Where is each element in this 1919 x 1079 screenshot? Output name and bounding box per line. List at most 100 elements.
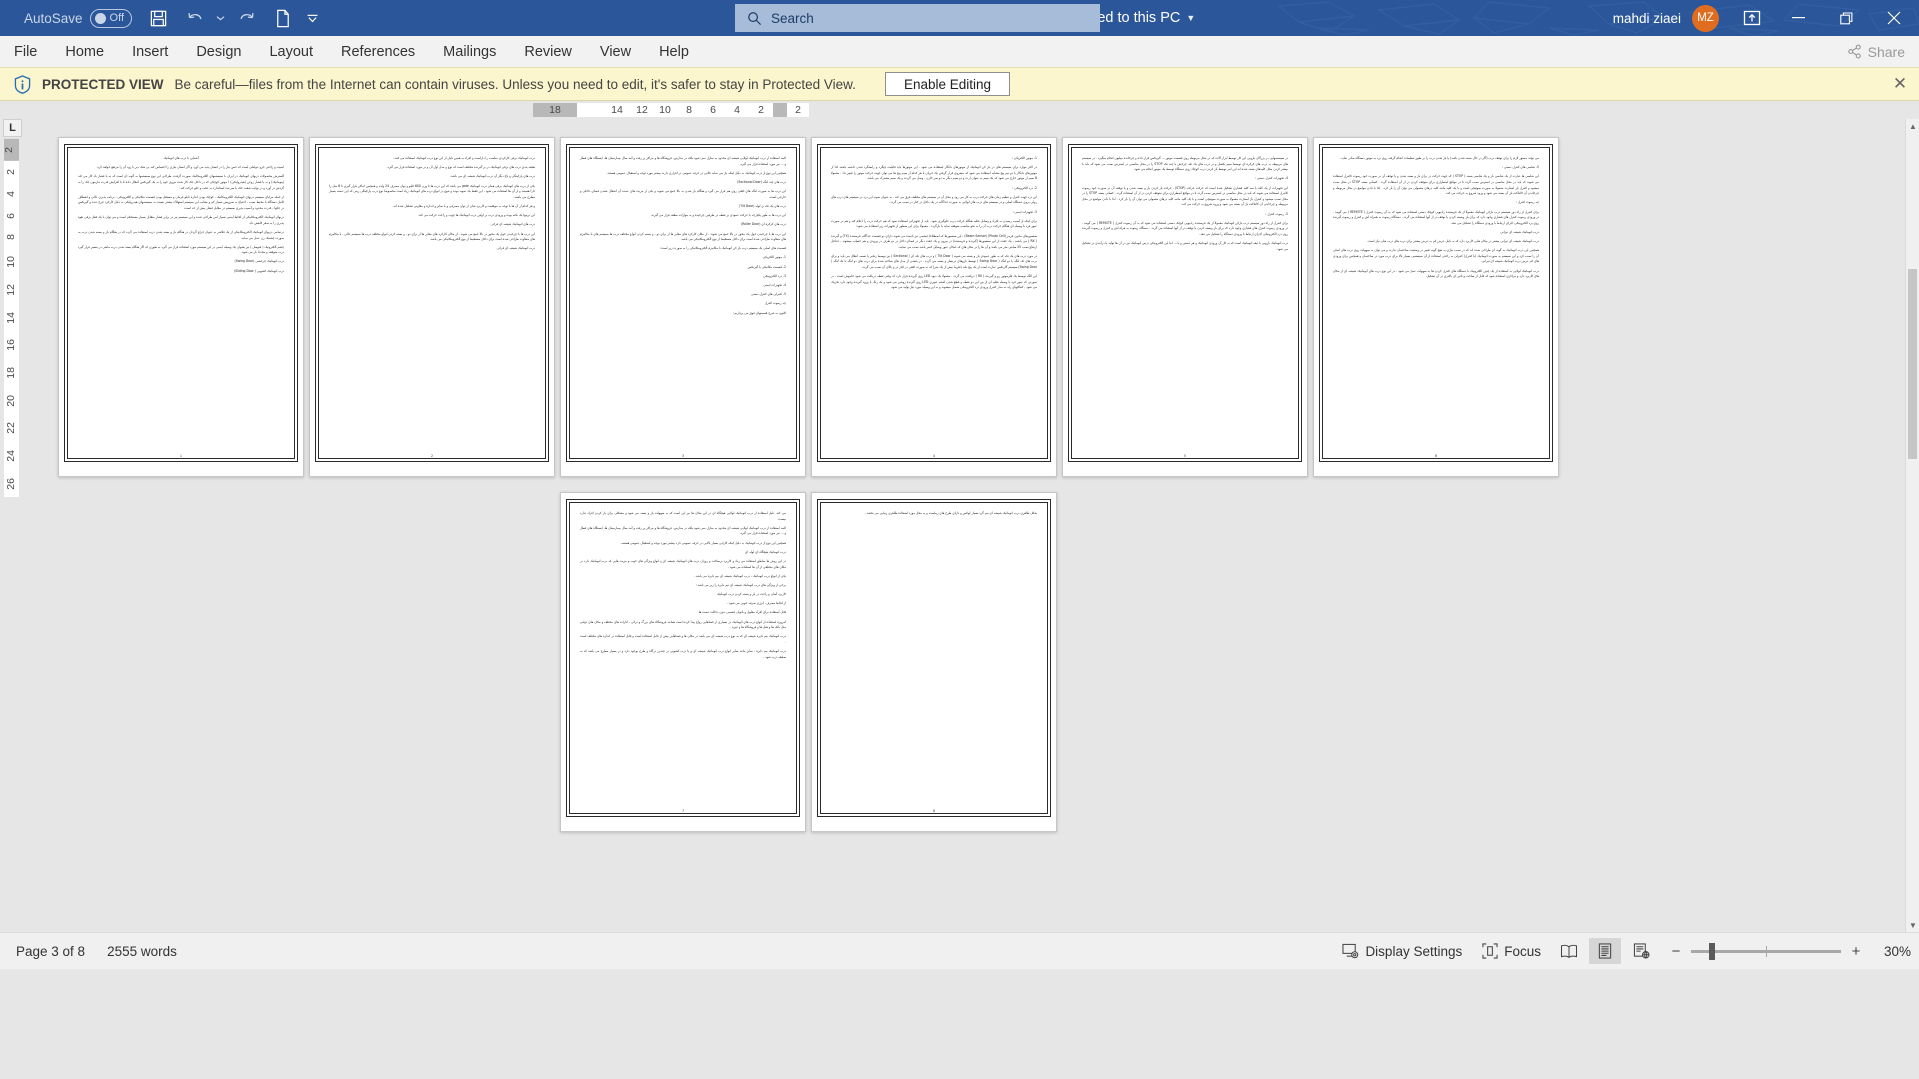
zoom-level[interactable]: 30% — [1871, 944, 1911, 959]
scrollbar-thumb[interactable] — [1908, 269, 1917, 459]
focus-button[interactable]: Focus — [1474, 939, 1549, 963]
page-3[interactable]: البته استفاده از درب اتوماتیک لولایی شیش… — [560, 137, 806, 477]
paragraph: همچنین این نوع از درب اتوماتیک به دلیل ا… — [606, 170, 786, 175]
paragraph: این درب ها به صورت لنگه های افقی روی هم … — [580, 189, 786, 199]
page-2[interactable]: درب اتوماتیک برقی کارکردی مناسب را داراس… — [309, 137, 555, 477]
ruler-number: 22 — [5, 422, 18, 435]
paragraph: البته استفاده از درب اتوماتیک لولایی شیش… — [580, 525, 786, 536]
document-canvas[interactable]: L 2 2 4 6 8 10 12 14 16 18 20 22 24 26 آ… — [0, 119, 1919, 932]
horizontal-ruler-track: 18 14 12 10 8 6 4 2 2 — [533, 103, 809, 117]
paragraph: این درب ها با چرخیدن حول یک محور در بالا… — [580, 231, 786, 242]
qat-customize-icon[interactable] — [302, 3, 324, 33]
vertical-ruler-track: 2 2 4 6 8 10 12 14 16 18 20 22 24 26 — [3, 139, 19, 498]
share-button[interactable]: Share — [1833, 36, 1919, 67]
paragraph: گسترش محصولات دربهای اتوماتیک در ایران ب… — [78, 174, 284, 190]
avatar[interactable]: MZ — [1692, 4, 1719, 32]
paragraph: دربهای اتوماتیک الکترومکانیکی از لحاظ ای… — [78, 215, 284, 225]
paragraph: 1- موتور الکتریکی : — [1011, 156, 1037, 160]
save-icon[interactable] — [142, 3, 176, 33]
tab-help[interactable]: Help — [645, 36, 703, 67]
tab-mailings[interactable]: Mailings — [429, 36, 510, 67]
paragraph: این درب ها به طور یکپارچه با حرکت عمودی … — [650, 213, 786, 218]
ruler-number: 4 — [734, 104, 740, 116]
paragraph: چه ریموت کنترل — [764, 301, 786, 306]
ruler-number: 8 — [5, 234, 18, 241]
paragraph: در این روش ها مناطق استفاده می زیاد و کا… — [580, 558, 786, 569]
page-thumbnail-grid: آشنایی با درب های اتوماتیک امنیت و راحتی… — [22, 119, 1905, 932]
ruler-number: 2 — [5, 168, 18, 175]
minimize-button[interactable] — [1775, 0, 1821, 36]
zoom-in-button[interactable]: + — [1849, 943, 1863, 960]
page-6[interactable]: می تواند دستور لازم را برای توقف درب (اگ… — [1313, 137, 1559, 477]
page-6-body: می تواند دستور لازم را برای توقف درب (اگ… — [1328, 152, 1544, 280]
paragraph: درب اتوماتیک لولایی به استفاده از یک چنی… — [1333, 268, 1539, 279]
tab-review[interactable]: Review — [510, 36, 586, 67]
vertical-ruler[interactable]: L 2 2 4 6 8 10 12 14 16 18 20 22 24 26 — [0, 119, 22, 932]
page-indicator[interactable]: Page 3 of 8 — [16, 944, 85, 959]
scroll-down-arrow[interactable]: ▼ — [1906, 918, 1919, 932]
protected-view-title: PROTECTED VIEW — [42, 76, 164, 92]
redo-icon[interactable] — [230, 3, 264, 33]
paragraph: 2- درد الکترونیکی : — [1012, 185, 1037, 190]
zoom-out-button[interactable]: − — [1669, 943, 1683, 960]
page-number: 2 — [430, 454, 434, 458]
print-layout-button[interactable] — [1589, 938, 1621, 964]
account-name[interactable]: mahdi ziaei — [1613, 11, 1681, 26]
tab-insert[interactable]: Insert — [118, 36, 182, 67]
read-mode-button[interactable] — [1553, 938, 1585, 964]
new-document-icon[interactable] — [266, 3, 300, 33]
page-1[interactable]: آشنایی با درب های اتوماتیک امنیت و راحتی… — [58, 137, 304, 477]
close-button[interactable] — [1871, 0, 1917, 36]
paragraph: درب های یک تکه ی لوله (Tilt Door) — [739, 203, 786, 208]
autosave-switch[interactable]: Off — [89, 8, 132, 28]
tab-references[interactable]: References — [327, 36, 429, 67]
page-4-body: 1- موتور الکتریکی : در اکثر موارد برای س… — [826, 152, 1042, 291]
paragraph: درتمامی دربهای اتوماتیک الکترومکانیکی از… — [78, 229, 284, 240]
paragraph: درب های کرکره ای (Roller Door) — [741, 222, 786, 227]
tab-design[interactable]: Design — [182, 36, 255, 67]
tab-stop-selector[interactable]: L — [3, 119, 22, 137]
undo-icon[interactable] — [178, 3, 212, 33]
tab-home[interactable]: Home — [51, 36, 118, 67]
page-8[interactable]: شکل ظاهری درب اتوماتیک شیشه ای نیم گرد ب… — [811, 492, 1057, 832]
page-1-content: آشنایی با درب های اتوماتیک امنیت و راحتی… — [64, 144, 298, 462]
display-settings-button[interactable]: Display Settings — [1334, 939, 1470, 963]
page-5[interactable]: در سیستمهایی در بزرگان بازویی این کار تو… — [1062, 137, 1308, 477]
zoom-slider[interactable] — [1691, 942, 1841, 960]
vertical-scrollbar[interactable]: ▲ ▼ — [1905, 119, 1919, 932]
page-4-content: 1- موتور الکتریکی : در اکثر موارد برای س… — [817, 144, 1051, 462]
tab-view[interactable]: View — [586, 36, 645, 67]
undo-dropdown-icon[interactable] — [214, 3, 228, 33]
search-box[interactable]: Search — [735, 4, 1100, 32]
print-layout-icon — [1598, 943, 1612, 959]
page-3-content: البته استفاده از درب اتوماتیک لولایی شیش… — [566, 144, 800, 462]
paragraph: 2- قسمت مکانیکی یا گیربکس — [747, 264, 786, 269]
paragraph: طبقه بندی درب های برقی اتوماتیک در بر گی… — [386, 165, 535, 170]
restore-button[interactable] — [1823, 0, 1869, 36]
ruler-number: 10 — [659, 104, 671, 116]
page-7[interactable]: می کند. دلیل استفاده از درب اتوماتیک لول… — [560, 492, 806, 832]
ruler-number: 10 — [5, 256, 18, 268]
paragraph: درب اتوماتیک برقی کارکردی مناسب را داراس… — [393, 156, 535, 160]
word-count[interactable]: 2555 words — [107, 944, 177, 959]
title-dropdown-icon[interactable]: ▼ — [1186, 13, 1195, 23]
page-4[interactable]: 1- موتور الکتریکی : در اکثر موارد برای س… — [811, 137, 1057, 477]
close-icon[interactable]: ✕ — [1891, 74, 1909, 93]
ruler-tick: 2 — [749, 103, 773, 117]
zoom-slider-thumb[interactable] — [1709, 942, 1715, 960]
horizontal-ruler[interactable]: 18 14 12 10 8 6 4 2 2 — [0, 101, 1919, 119]
paragraph: این الگه توسط یک فلزموتور رو و گیرنده ( … — [831, 274, 1037, 290]
ruler-number: 4 — [5, 190, 18, 197]
ribbon-display-options-icon[interactable] — [1731, 0, 1773, 36]
paragraph: درب اتوماتیک شیشه ای تیرانی بیشتر در مکا… — [1367, 239, 1539, 244]
page-number: 6 — [1434, 454, 1438, 458]
paragraph: درب اتوماتیک کشویی ( Sliding Door) — [234, 268, 284, 273]
tab-file[interactable]: File — [0, 36, 51, 67]
scroll-up-arrow[interactable]: ▲ — [1906, 119, 1919, 133]
web-layout-button[interactable] — [1625, 938, 1657, 964]
tab-layout[interactable]: Layout — [255, 36, 327, 67]
autosave-toggle[interactable]: AutoSave Off — [10, 8, 140, 28]
paragraph: یکی از درب های اتوماتیک برقی همان درب ات… — [329, 183, 536, 199]
enable-editing-button[interactable]: Enable Editing — [884, 72, 1011, 96]
paragraph: درب اتوماتیک شیشه ای فراتر . — [495, 246, 535, 251]
